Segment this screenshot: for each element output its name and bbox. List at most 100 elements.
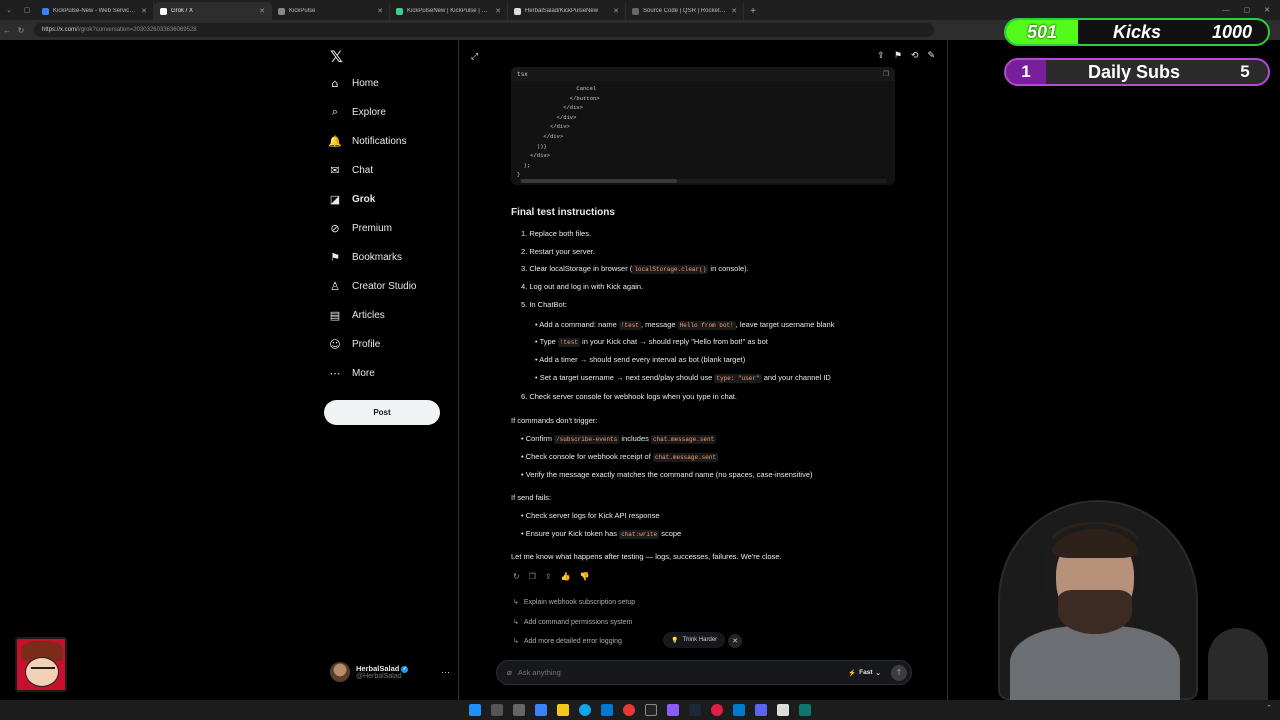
copy-icon[interactable]: ❐ bbox=[883, 70, 889, 78]
sidebar-item-creator-studio[interactable]: ♙ Creator Studio bbox=[328, 275, 416, 297]
suggestion-label: Explain webhook subscription setup bbox=[523, 598, 636, 606]
sidebar-item-home[interactable]: ⌂ Home bbox=[328, 72, 379, 94]
browser-tab[interactable]: Source Code | QSR | Rocket Pos ✕ bbox=[626, 2, 744, 20]
suggestion-label: Add command permissions system bbox=[523, 618, 633, 626]
account-switcher[interactable]: HerbalSalad ✓ @HerbalSalad ··· bbox=[330, 660, 450, 684]
regenerate-icon[interactable]: ↻ bbox=[513, 572, 520, 581]
browser-tab[interactable]: Grok / X ✕ bbox=[154, 2, 272, 20]
subs-label: Daily Subs bbox=[1087, 61, 1181, 82]
code-line: </div> bbox=[517, 104, 584, 112]
sidebar-item-grok[interactable]: ◪ Grok bbox=[328, 188, 376, 210]
kicks-goal: 1000 bbox=[1211, 21, 1253, 42]
tab-title: Grok / X bbox=[171, 8, 194, 14]
back-icon[interactable]: ← bbox=[0, 26, 14, 35]
x-taskbar-icon[interactable] bbox=[645, 704, 657, 716]
tab-menu-icon[interactable]: ⌄ bbox=[0, 0, 18, 20]
share-icon[interactable]: ⇪ bbox=[877, 51, 885, 61]
think-harder-button[interactable]: 💡 Think Harder bbox=[663, 632, 726, 648]
store-icon[interactable] bbox=[601, 704, 613, 716]
explorer-icon[interactable] bbox=[557, 704, 569, 716]
tab-close-icon[interactable]: ✕ bbox=[377, 7, 383, 15]
sidebar-item-explore[interactable]: ⌕ Explore bbox=[328, 101, 386, 123]
tab-favicon-icon bbox=[514, 7, 521, 15]
bookmark-icon[interactable]: ⚑ bbox=[894, 51, 902, 61]
post-button[interactable]: Post bbox=[324, 400, 440, 425]
suggestion-item[interactable]: ↳ Add more detailed error logging bbox=[513, 637, 622, 645]
discord-icon[interactable] bbox=[755, 704, 767, 716]
minimize-icon[interactable]: — bbox=[1223, 7, 1230, 14]
webcam-feed bbox=[958, 498, 1280, 700]
reload-icon[interactable]: ↻ bbox=[14, 26, 28, 35]
browser-tab[interactable]: KickPulse ✕ bbox=[272, 2, 390, 20]
steam-icon[interactable] bbox=[689, 704, 701, 716]
start-icon[interactable] bbox=[469, 704, 481, 716]
app-icon[interactable] bbox=[667, 704, 679, 716]
response-heading: Final test instructions bbox=[511, 207, 615, 218]
inline-code: !test bbox=[618, 321, 641, 330]
text-run: Log out and log in with Kick again. bbox=[529, 282, 644, 291]
edge-icon[interactable] bbox=[579, 704, 591, 716]
code-scrollbar[interactable] bbox=[519, 179, 887, 183]
mode-selector[interactable]: ⚡ Fast ⌄ bbox=[848, 669, 881, 677]
share-response-icon[interactable]: ⇪ bbox=[545, 572, 552, 581]
text-run: in console). bbox=[708, 264, 749, 273]
obs-icon[interactable] bbox=[711, 704, 723, 716]
streamer-torso bbox=[1010, 626, 1180, 700]
tab-close-icon[interactable]: ✕ bbox=[495, 7, 501, 15]
sidebar-item-notifications[interactable]: 🔔 Notifications bbox=[328, 130, 406, 152]
code-body: Cancel </button> </div> </div> </div> </… bbox=[511, 81, 895, 183]
x-logo[interactable]: 𝕏 bbox=[330, 47, 343, 66]
widgets-icon[interactable] bbox=[535, 704, 547, 716]
sidebar-item-bookmarks[interactable]: ⚑ Bookmarks bbox=[328, 246, 402, 268]
new-chat-icon[interactable]: ✎ bbox=[927, 51, 935, 61]
browser-tab[interactable]: KickPulseNew | KickPulse | Supab ✕ bbox=[390, 2, 508, 20]
send-button[interactable]: ↑ bbox=[891, 664, 907, 681]
workspace-icon[interactable]: ▢ bbox=[18, 0, 36, 20]
search-taskbar-icon[interactable] bbox=[491, 704, 503, 716]
thumbs-up-icon[interactable]: 👍 bbox=[561, 572, 571, 581]
browser-tab[interactable]: HerbalSalad/KickPulseNew ✕ bbox=[508, 2, 626, 20]
close-icon[interactable]: ✕ bbox=[728, 634, 742, 648]
thumbs-down-icon[interactable]: 👎 bbox=[580, 572, 590, 581]
sidebar-item-label: Home bbox=[352, 77, 379, 89]
vscode-icon[interactable] bbox=[733, 704, 745, 716]
tab-close-icon[interactable]: ✕ bbox=[613, 7, 619, 15]
expand-icon[interactable]: ⤢ bbox=[471, 52, 478, 62]
tab-close-icon[interactable]: ✕ bbox=[259, 7, 265, 15]
account-more-icon[interactable]: ··· bbox=[441, 667, 450, 677]
scroll-thumb[interactable] bbox=[521, 179, 677, 183]
sidebar-item-profile[interactable]: ☺ Profile bbox=[328, 333, 380, 355]
sidebar-item-label: Articles bbox=[352, 309, 385, 321]
suggestion-item[interactable]: ↳ Add command permissions system bbox=[513, 618, 632, 626]
step-item: 1. Replace both files. bbox=[521, 229, 591, 238]
browser-tab[interactable]: KickPulse-New - Web Service - Re ✕ bbox=[36, 2, 154, 20]
chrome-icon[interactable] bbox=[623, 704, 635, 716]
maximize-icon[interactable]: ▢ bbox=[1244, 6, 1251, 14]
tab-close-icon[interactable]: ✕ bbox=[731, 7, 737, 15]
text-run: Clear localStorage in browser ( bbox=[529, 264, 633, 273]
url-field[interactable]: https://x.com/i/grok?conversation=203032… bbox=[34, 23, 934, 37]
sidebar-item-premium[interactable]: ⊘ Premium bbox=[328, 217, 392, 239]
new-tab-button[interactable]: + bbox=[744, 2, 762, 20]
app3-icon[interactable] bbox=[799, 704, 811, 716]
copy-response-icon[interactable]: ❐ bbox=[529, 572, 536, 581]
suggestion-arrow-icon: ↳ bbox=[513, 618, 519, 626]
tray-chevron-icon[interactable]: ⌃ bbox=[1266, 704, 1272, 712]
subs-count: 1 bbox=[1006, 60, 1046, 84]
attach-icon[interactable]: ⌀ bbox=[507, 668, 512, 677]
close-window-icon[interactable]: ✕ bbox=[1264, 6, 1270, 14]
suggestion-arrow-icon: ↳ bbox=[513, 637, 519, 645]
url-path: i/grok?conversation=2030326033636069528 bbox=[77, 27, 197, 33]
history-icon[interactable]: ⟲ bbox=[911, 51, 919, 61]
sidebar-item-more[interactable]: ⋯ More bbox=[328, 362, 375, 384]
inline-code: localStorage.clear() bbox=[632, 265, 709, 274]
inline-code: /subscribe-events bbox=[554, 435, 620, 444]
sidebar-item-chat[interactable]: ✉ Chat bbox=[328, 159, 373, 181]
sidebar-item-articles[interactable]: ▤ Articles bbox=[328, 304, 385, 326]
suggestion-item[interactable]: ↳ Explain webhook subscription setup bbox=[513, 598, 635, 606]
ask-input[interactable]: Ask anything bbox=[518, 668, 848, 677]
tab-close-icon[interactable]: ✕ bbox=[141, 7, 147, 15]
taskview-icon[interactable] bbox=[513, 704, 525, 716]
app2-icon[interactable] bbox=[777, 704, 789, 716]
tab-title: KickPulse bbox=[289, 8, 316, 14]
